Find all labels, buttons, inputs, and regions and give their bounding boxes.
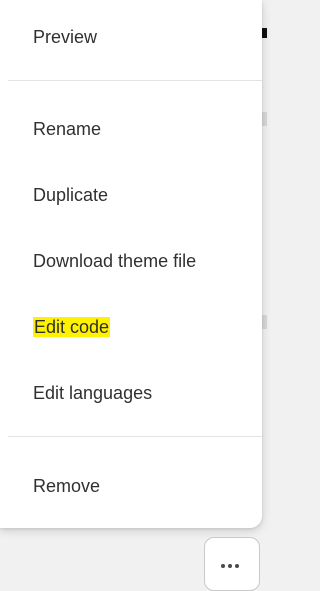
menu-item-duplicate[interactable]: Duplicate bbox=[33, 184, 108, 206]
menu-item-preview[interactable]: Preview bbox=[33, 26, 97, 48]
theme-actions-menu: Preview Rename Duplicate Download theme … bbox=[0, 0, 262, 528]
background-page-edge bbox=[262, 315, 267, 329]
menu-divider bbox=[8, 436, 262, 437]
menu-item-edit-languages[interactable]: Edit languages bbox=[33, 382, 152, 404]
menu-item-download-theme-file[interactable]: Download theme file bbox=[33, 250, 196, 272]
menu-item-rename[interactable]: Rename bbox=[33, 118, 101, 140]
more-actions-button[interactable] bbox=[204, 537, 260, 591]
background-page-edge bbox=[262, 112, 267, 126]
menu-item-remove[interactable]: Remove bbox=[33, 475, 100, 497]
menu-item-edit-code[interactable]: Edit code bbox=[33, 316, 111, 338]
ellipsis-icon bbox=[221, 564, 239, 568]
menu-item-edit-code-label: Edit code bbox=[33, 317, 111, 337]
background-page-mark bbox=[262, 28, 267, 38]
menu-divider bbox=[8, 80, 262, 81]
